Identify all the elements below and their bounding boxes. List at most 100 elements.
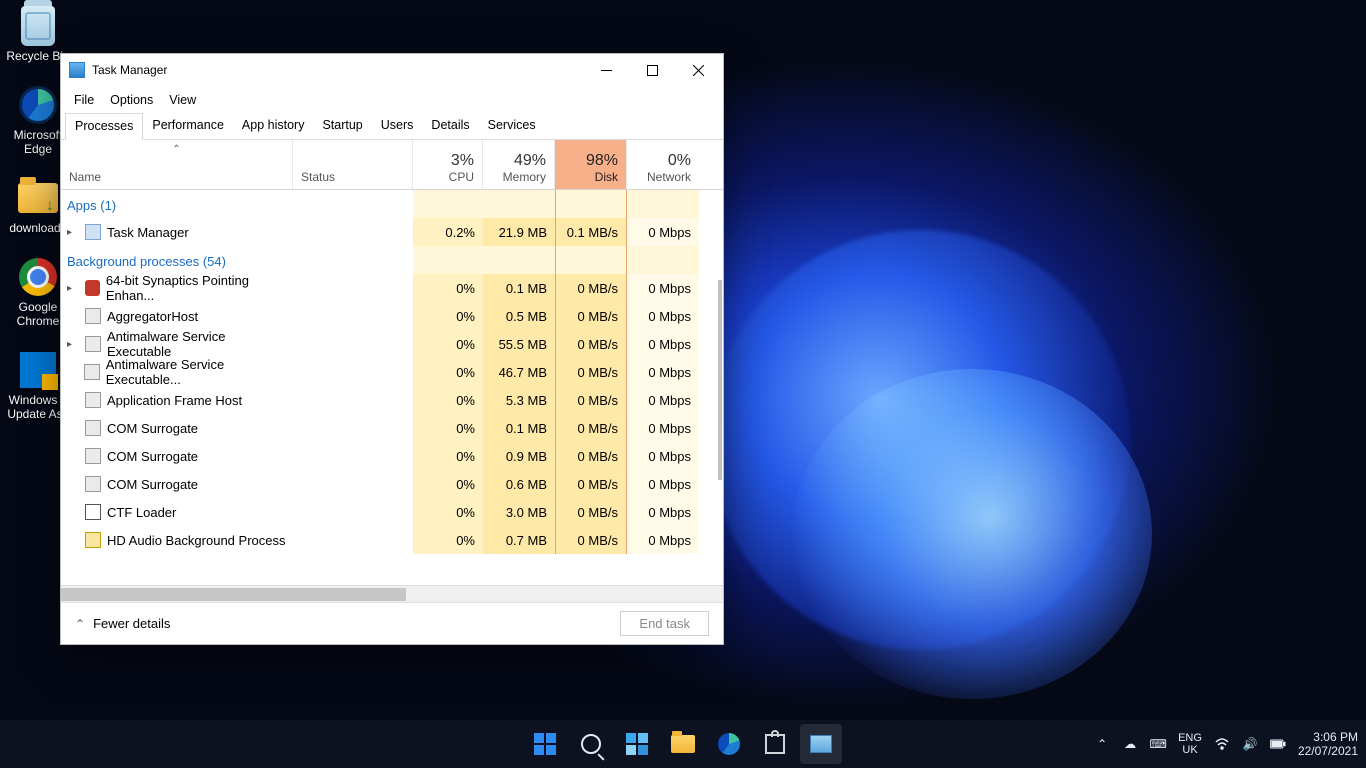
disk-cell: 0 MB/s (555, 330, 627, 358)
col-status[interactable]: Status (293, 140, 413, 189)
process-row[interactable]: Antimalware Service Executable... 0% 46.… (61, 358, 723, 386)
keyboard-icon[interactable]: ⌨ (1150, 736, 1166, 752)
desktop-icon-label: downloads (9, 221, 66, 235)
disk-cell: 0 MB/s (555, 470, 627, 498)
disk-cell: 0.1 MB/s (555, 218, 627, 246)
menu-file[interactable]: File (66, 90, 102, 110)
tab-details[interactable]: Details (422, 113, 478, 139)
app-icon (85, 336, 101, 352)
vertical-scrollbar[interactable] (718, 280, 722, 480)
tray-overflow-icon[interactable]: ⌃ (1094, 736, 1110, 752)
process-row[interactable]: ▸Antimalware Service Executable 0% 55.5 … (61, 330, 723, 358)
file-explorer-button[interactable] (662, 724, 704, 764)
titlebar[interactable]: Task Manager (61, 54, 723, 86)
task-view-icon (626, 733, 648, 755)
close-button[interactable] (675, 54, 721, 86)
edge-icon (718, 733, 740, 755)
app-icon (85, 280, 100, 296)
scrollbar-thumb[interactable] (61, 588, 406, 601)
col-disk[interactable]: 98% Disk (555, 140, 627, 189)
search-button[interactable] (570, 724, 612, 764)
app-icon (85, 420, 101, 436)
app-icon (85, 504, 101, 520)
lang-primary: ENG (1178, 732, 1202, 744)
window-title: Task Manager (92, 63, 583, 77)
process-row[interactable]: CTF Loader 0% 3.0 MB 0 MB/s 0 Mbps (61, 498, 723, 526)
process-name: COM Surrogate (107, 477, 198, 492)
store-icon (765, 734, 785, 754)
volume-icon[interactable]: 🔊 (1242, 736, 1258, 752)
horizontal-scrollbar[interactable] (61, 585, 723, 602)
col-status-label: Status (301, 170, 335, 184)
process-row[interactable]: COM Surrogate 0% 0.1 MB 0 MB/s 0 Mbps (61, 414, 723, 442)
col-memory[interactable]: 49% Memory (483, 140, 555, 189)
language-button[interactable]: ENG UK (1178, 732, 1202, 756)
tab-processes[interactable]: Processes (65, 113, 143, 140)
clock[interactable]: 3:06 PM 22/07/2021 (1298, 730, 1358, 758)
menu-view[interactable]: View (161, 90, 204, 110)
edge-icon (19, 86, 57, 124)
net-cell: 0 Mbps (627, 526, 699, 554)
app-icon (85, 392, 101, 408)
group-apps[interactable]: Apps (1) (61, 190, 413, 219)
tab-app-history[interactable]: App history (233, 113, 314, 139)
edge-button[interactable] (708, 724, 750, 764)
chevron-right-icon[interactable]: ▸ (67, 339, 79, 350)
taskbar-center (524, 724, 842, 764)
onedrive-icon[interactable]: ☁ (1122, 736, 1138, 752)
process-name: COM Surrogate (107, 449, 198, 464)
tab-users[interactable]: Users (372, 113, 423, 139)
grid-header: ⌃ Name Status 3% CPU 49% Memory 98% Disk… (61, 140, 723, 190)
tab-performance[interactable]: Performance (143, 113, 233, 139)
process-name: COM Surrogate (107, 421, 198, 436)
task-manager-icon (810, 735, 832, 753)
process-row[interactable]: AggregatorHost 0% 0.5 MB 0 MB/s 0 Mbps (61, 302, 723, 330)
process-name: 64-bit Synaptics Pointing Enhan... (106, 273, 293, 303)
tab-services[interactable]: Services (479, 113, 545, 139)
chrome-icon (19, 258, 57, 296)
disk-cell: 0 MB/s (555, 386, 627, 414)
process-row[interactable]: Application Frame Host 0% 5.3 MB 0 MB/s … (61, 386, 723, 414)
menu-options[interactable]: Options (102, 90, 161, 110)
wifi-icon[interactable] (1214, 736, 1230, 752)
process-row[interactable]: ▸64-bit Synaptics Pointing Enhan... 0% 0… (61, 274, 723, 302)
grid-body[interactable]: Apps (1) ▸Task Manager 0.2% 21.9 MB 0.1 … (61, 190, 723, 602)
minimize-button[interactable] (583, 54, 629, 86)
app-icon (85, 448, 101, 464)
app-icon (85, 476, 101, 492)
cpu-cell: 0% (413, 274, 483, 302)
footer: ⌃ Fewer details End task (61, 602, 723, 644)
process-name: HD Audio Background Process (107, 533, 285, 548)
cpu-cell: 0% (413, 330, 483, 358)
col-name[interactable]: ⌃ Name (61, 140, 293, 189)
mem-cell: 3.0 MB (483, 498, 555, 526)
group-background[interactable]: Background processes (54) (61, 246, 413, 275)
start-button[interactable] (524, 724, 566, 764)
process-grid: ⌃ Name Status 3% CPU 49% Memory 98% Disk… (61, 140, 723, 602)
col-network[interactable]: 0% Network (627, 140, 699, 189)
task-view-button[interactable] (616, 724, 658, 764)
maximize-button[interactable] (629, 54, 675, 86)
store-button[interactable] (754, 724, 796, 764)
battery-icon[interactable] (1270, 736, 1286, 752)
fewer-details-link[interactable]: Fewer details (93, 616, 170, 631)
app-icon (84, 364, 99, 380)
process-row[interactable]: COM Surrogate 0% 0.6 MB 0 MB/s 0 Mbps (61, 470, 723, 498)
process-row[interactable]: HD Audio Background Process 0% 0.7 MB 0 … (61, 526, 723, 554)
col-cpu[interactable]: 3% CPU (413, 140, 483, 189)
end-task-button[interactable]: End task (620, 611, 709, 636)
disk-cell: 0 MB/s (555, 498, 627, 526)
net-label: Network (647, 170, 691, 184)
chevron-right-icon[interactable]: ▸ (67, 227, 79, 238)
tab-startup[interactable]: Startup (313, 113, 371, 139)
mem-cell: 0.6 MB (483, 470, 555, 498)
task-manager-button[interactable] (800, 724, 842, 764)
app-icon (85, 532, 101, 548)
process-row[interactable]: ▸Task Manager 0.2% 21.9 MB 0.1 MB/s 0 Mb… (61, 218, 723, 246)
cpu-label: CPU (449, 170, 474, 184)
disk-label: Disk (595, 170, 618, 184)
process-row[interactable]: COM Surrogate 0% 0.9 MB 0 MB/s 0 Mbps (61, 442, 723, 470)
mem-cell: 0.7 MB (483, 526, 555, 554)
net-cell: 0 Mbps (627, 498, 699, 526)
chevron-right-icon[interactable]: ▸ (67, 283, 79, 294)
